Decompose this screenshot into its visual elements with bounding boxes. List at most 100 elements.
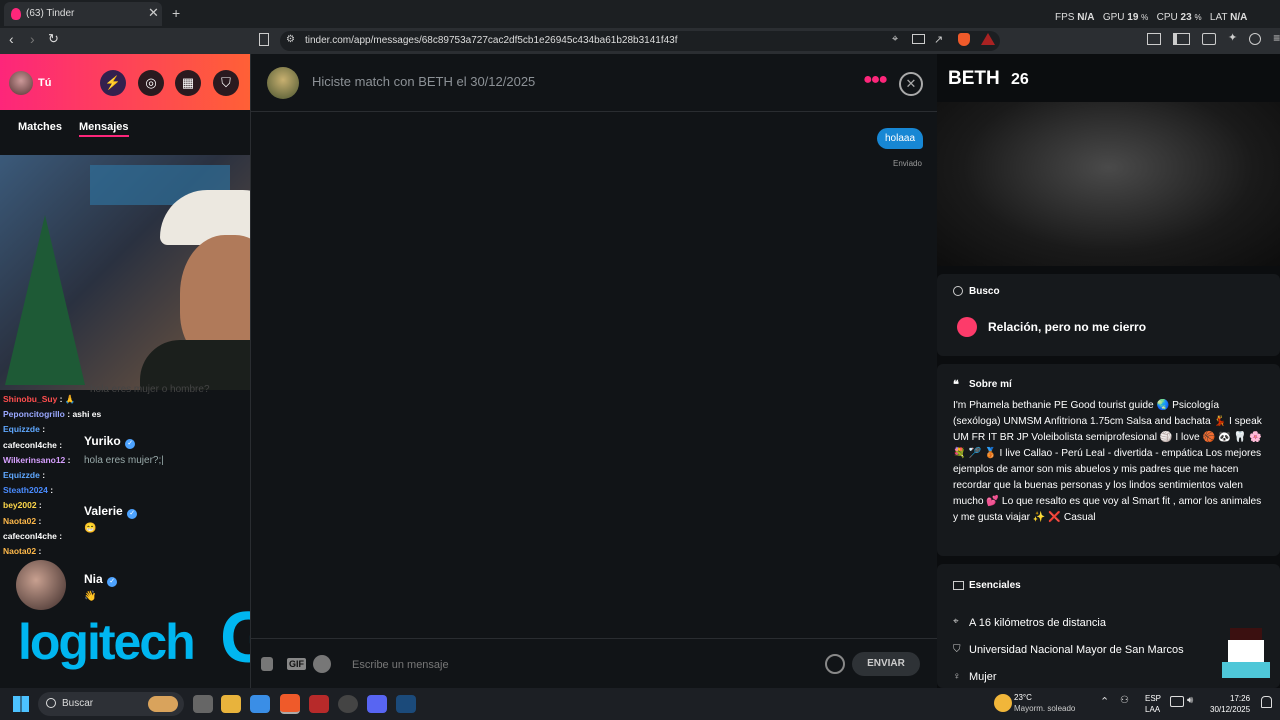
- more-options-icon[interactable]: ●●●: [863, 71, 888, 89]
- fps-value: N/A: [1077, 12, 1095, 23]
- store-icon[interactable]: [250, 695, 270, 713]
- list-item[interactable]: Yuriko ✓ hola eres mujer?;|: [84, 432, 164, 466]
- send-button[interactable]: ENVIAR: [852, 652, 920, 676]
- url-field[interactable]: ⚙ tinder.com/app/messages/68c89753a727ca…: [280, 31, 1000, 51]
- chat-msg: ashi es: [72, 409, 102, 420]
- steam-icon[interactable]: [396, 695, 416, 713]
- profile-photo[interactable]: [937, 102, 1280, 266]
- briefcase-icon[interactable]: ▦: [175, 70, 201, 96]
- shield-icon[interactable]: ⛉: [213, 70, 239, 96]
- chat-user: cafeconl4che: [3, 530, 57, 541]
- share-icon[interactable]: ↗: [934, 33, 943, 46]
- tray-chevron-icon[interactable]: ⌃: [1100, 695, 1109, 708]
- tab-search-icon[interactable]: [1147, 33, 1161, 45]
- chat-user: Wilkerinsano12: [3, 454, 66, 465]
- busco-value: Relación, pero no me cierro: [988, 320, 1147, 334]
- composer: GIF Escribe un mensaje ENVIAR: [251, 638, 937, 689]
- windows-start-icon[interactable]: [13, 696, 29, 712]
- taskbar-search[interactable]: Buscar: [38, 692, 184, 716]
- lat-value: N/A: [1230, 12, 1248, 23]
- pixel-shirt: [1222, 662, 1270, 678]
- tab-mensajes[interactable]: Mensajes: [79, 121, 129, 137]
- close-chat-icon[interactable]: ✕: [899, 72, 923, 96]
- perf-overlay: FPS N/A GPU 19 % CPU 23 % LAT N/A: [1055, 12, 1247, 23]
- sidebar-header: Tú ⚡ ◎ ▦ ⛉: [0, 54, 250, 110]
- chat-line: Shinobu_Suy : 🙏: [3, 394, 76, 404]
- windows-taskbar: Buscar 23°C Mayorm. soleado ⌃ ⚇ ESP LAA …: [0, 688, 1280, 720]
- wallet-icon[interactable]: [1202, 33, 1216, 45]
- emoji-icon[interactable]: [825, 654, 845, 674]
- chat-user: Shinobu_Suy: [3, 394, 58, 404]
- lang2[interactable]: LAA: [1145, 705, 1160, 714]
- cpu-unit: %: [1194, 13, 1202, 22]
- spotify-icon[interactable]: [313, 655, 331, 673]
- discord-icon[interactable]: [367, 695, 387, 713]
- profile-name: BETH: [948, 68, 1000, 89]
- forward-icon[interactable]: ›: [30, 31, 35, 47]
- brave-rewards-icon[interactable]: [981, 33, 995, 45]
- sidebar-icon[interactable]: [1173, 33, 1190, 45]
- gpu-value: 19: [1127, 12, 1139, 23]
- match-avatar[interactable]: [267, 67, 299, 99]
- back-icon[interactable]: ‹: [9, 31, 14, 47]
- cast-icon[interactable]: [912, 34, 925, 44]
- message-text: holaaa: [885, 133, 916, 144]
- vpn-icon[interactable]: [1249, 33, 1262, 45]
- notification-icon[interactable]: [1261, 696, 1272, 708]
- clock-time[interactable]: 17:26: [1230, 694, 1250, 703]
- network-tray-icon[interactable]: ⚇: [1120, 695, 1129, 706]
- tab-matches[interactable]: Matches: [18, 121, 62, 133]
- distance-text: A 16 kilómetros de distancia: [969, 617, 1106, 629]
- new-tab-icon[interactable]: +: [172, 5, 180, 21]
- site-info-icon[interactable]: ⚙: [286, 34, 295, 45]
- match-avatar[interactable]: [16, 560, 66, 610]
- ai-icon[interactable]: ✦: [1228, 33, 1237, 45]
- gender-text: Mujer: [969, 671, 997, 683]
- sticker-icon[interactable]: [261, 657, 273, 671]
- avatar[interactable]: [9, 71, 33, 95]
- weather-desc: Mayorm. soleado: [1014, 704, 1076, 713]
- explore-icon[interactable]: ◎: [138, 70, 164, 96]
- chat-user: Peponcitogrillo: [3, 409, 65, 420]
- list-item[interactable]: Valerie ✓ 😁: [84, 502, 138, 534]
- chat-line: Peponcitogrillo : ashi es: [3, 409, 102, 420]
- match-preview: 😁: [84, 523, 97, 534]
- search-icon: [46, 698, 56, 708]
- id-card-icon: [953, 581, 964, 590]
- message-input[interactable]: Escribe un mensaje: [352, 659, 449, 671]
- clock-date[interactable]: 30/12/2025: [1210, 705, 1250, 714]
- brave-icon[interactable]: [280, 694, 300, 714]
- user-name[interactable]: Tú: [38, 77, 51, 89]
- obs-icon[interactable]: [338, 695, 358, 713]
- busco-label: Busco: [969, 286, 1000, 297]
- video-app-icon[interactable]: [309, 695, 329, 713]
- profile-panel: BETH 26 Busco Relación, pero no me cierr…: [937, 54, 1280, 688]
- chat-user: Naota02: [3, 546, 37, 557]
- chat-panel: Hiciste match con BETH el 30/12/2025 ●●●…: [250, 54, 937, 688]
- menu-icon[interactable]: ≡: [1273, 32, 1280, 45]
- chat-user: cafeconl4che: [3, 439, 57, 450]
- match-preview: 👋: [84, 591, 97, 602]
- location-icon[interactable]: ⌖: [892, 33, 898, 46]
- lang1[interactable]: ESP: [1145, 694, 1161, 703]
- chat-msg: 🙏: [64, 394, 76, 404]
- bookmark-icon[interactable]: [259, 33, 269, 46]
- weather-temp: 23°C: [1014, 693, 1032, 702]
- browser-tab[interactable]: (63) Tinder ✕: [4, 2, 162, 26]
- school-text: Universidad Nacional Mayor de San Marcos: [969, 644, 1184, 656]
- chat-user: Naota02: [3, 515, 37, 526]
- verified-icon: ✓: [127, 509, 138, 519]
- close-tab-icon[interactable]: ✕: [148, 5, 159, 21]
- boost-icon[interactable]: ⚡: [100, 70, 126, 96]
- webcam-tree: [5, 215, 85, 385]
- search-icon: [953, 286, 963, 296]
- file-explorer-icon[interactable]: [221, 695, 241, 713]
- list-item[interactable]: Nia ✓ 👋: [84, 570, 118, 602]
- wifi-icon[interactable]: [1170, 696, 1184, 707]
- task-view-icon[interactable]: [193, 695, 213, 713]
- reload-icon[interactable]: ↻: [48, 31, 59, 47]
- brave-shield-icon[interactable]: [958, 33, 970, 46]
- gif-button[interactable]: GIF: [287, 658, 306, 670]
- fps-label: FPS: [1055, 12, 1075, 23]
- volume-icon[interactable]: 🔊︎: [1187, 695, 1193, 706]
